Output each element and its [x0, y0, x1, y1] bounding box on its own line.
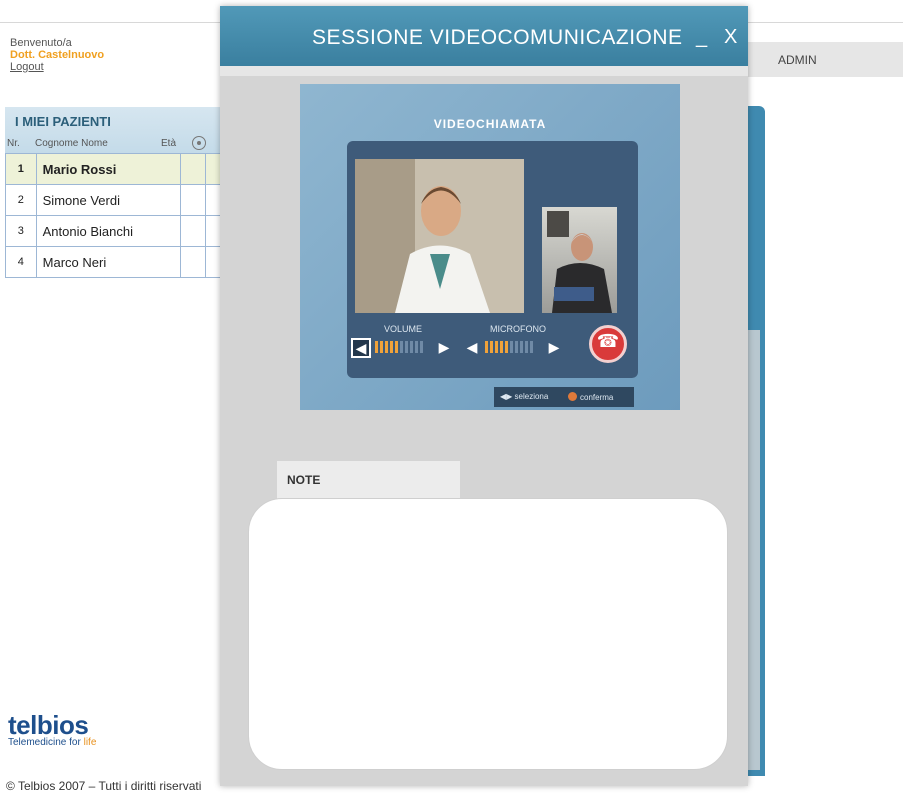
admin-bar[interactable]: ADMIN [740, 42, 903, 77]
hint-confirm: conferma [580, 393, 614, 402]
copyright: © Telbios 2007 – Tutti i diritti riserva… [6, 779, 202, 793]
modal-strip [220, 66, 748, 76]
video-session-modal: SESSIONE VIDEOCOMUNICAZIONE _ X VIDEOCHI… [220, 6, 748, 786]
admin-label[interactable]: ADMIN [778, 53, 817, 67]
mic-level-bar[interactable] [485, 341, 533, 353]
hint-confirm-wrap: conferma [568, 392, 613, 402]
tagline-a: Telemedicine for [8, 737, 84, 748]
patient-age [180, 215, 206, 247]
video-controls-panel: VOLUME MICROFONO ◀ ▶ ◀ ▶ [347, 141, 638, 378]
patients-title: I MIEI PAZIENTI [15, 114, 111, 129]
note-textarea[interactable] [248, 498, 728, 770]
volume-label: VOLUME [384, 324, 423, 334]
hangup-button[interactable] [589, 325, 627, 363]
welcome-text: Benvenuto/a [10, 37, 72, 49]
patient-row[interactable]: 2 Simone Verdi [5, 184, 231, 216]
modal-title: SESSIONE VIDEOCOMUNICAZIONE [312, 26, 683, 49]
mic-decrease-button[interactable]: ◀ [463, 338, 481, 356]
patient-row[interactable]: 1 Mario Rossi [5, 153, 231, 185]
patient-age [180, 246, 206, 278]
target-icon[interactable] [192, 136, 206, 150]
patient-name[interactable]: Simone Verdi [35, 184, 182, 216]
patient-name[interactable]: Marco Neri [35, 246, 182, 278]
modal-header: SESSIONE VIDEOCOMUNICAZIONE _ X [220, 6, 748, 66]
patient-age [180, 153, 206, 185]
close-button[interactable]: X [724, 26, 737, 49]
patients-header: I MIEI PAZIENTI Nr. Cognome Nome Età [5, 107, 230, 153]
patient-figure [547, 211, 612, 313]
column-age[interactable]: Età [161, 138, 176, 149]
doctor-name: Dott. Castelnuovo [10, 49, 105, 61]
patient-nr: 4 [5, 246, 37, 278]
video-title: VIDEOCHIAMATA [433, 117, 547, 131]
column-nr: Nr. [7, 138, 20, 149]
patient-row[interactable]: 4 Marco Neri [5, 246, 231, 278]
note-tab: NOTE [277, 461, 460, 501]
minimize-button[interactable]: _ [696, 26, 707, 49]
patient-name[interactable]: Mario Rossi [35, 153, 182, 185]
note-label: NOTE [287, 473, 321, 487]
local-video [542, 207, 617, 313]
patients-panel: I MIEI PAZIENTI Nr. Cognome Nome Età 1 M… [5, 107, 231, 278]
patient-age [180, 184, 206, 216]
remote-video [355, 159, 524, 313]
column-name[interactable]: Cognome Nome [35, 138, 108, 149]
patient-name[interactable]: Antonio Bianchi [35, 215, 182, 247]
video-call-panel: VIDEOCHIAMATA VOLUME MICROFONO ◀ ▶ ◀ ▶ ☎… [300, 84, 680, 410]
tagline-b: life [83, 737, 97, 748]
patient-nr: 2 [5, 184, 37, 216]
background-panel-inner [746, 330, 760, 770]
keyboard-hints: ◀▶ seleziona conferma [494, 387, 634, 407]
telbios-logo: telbios Telemedicine for life [8, 710, 96, 748]
mic-increase-button[interactable]: ▶ [545, 338, 563, 356]
patient-nr: 1 [5, 153, 37, 185]
hint-select: ◀▶ seleziona [500, 392, 549, 401]
doctor-figure [355, 159, 524, 313]
patient-row[interactable]: 3 Antonio Bianchi [5, 215, 231, 247]
logout-link[interactable]: Logout [10, 61, 104, 73]
patient-nr: 3 [5, 215, 37, 247]
welcome-block: Benvenuto/a Dott. Castelnuovo Logout [10, 37, 104, 73]
volume-decrease-button[interactable]: ◀ [351, 338, 371, 358]
volume-increase-button[interactable]: ▶ [435, 338, 453, 356]
patients-table: 1 Mario Rossi 2 Simone Verdi 3 Antonio B… [5, 153, 231, 278]
microphone-label: MICROFONO [490, 324, 546, 334]
volume-level-bar[interactable] [375, 341, 423, 353]
confirm-icon [568, 392, 577, 401]
logo-tagline: Telemedicine for life [8, 737, 96, 748]
